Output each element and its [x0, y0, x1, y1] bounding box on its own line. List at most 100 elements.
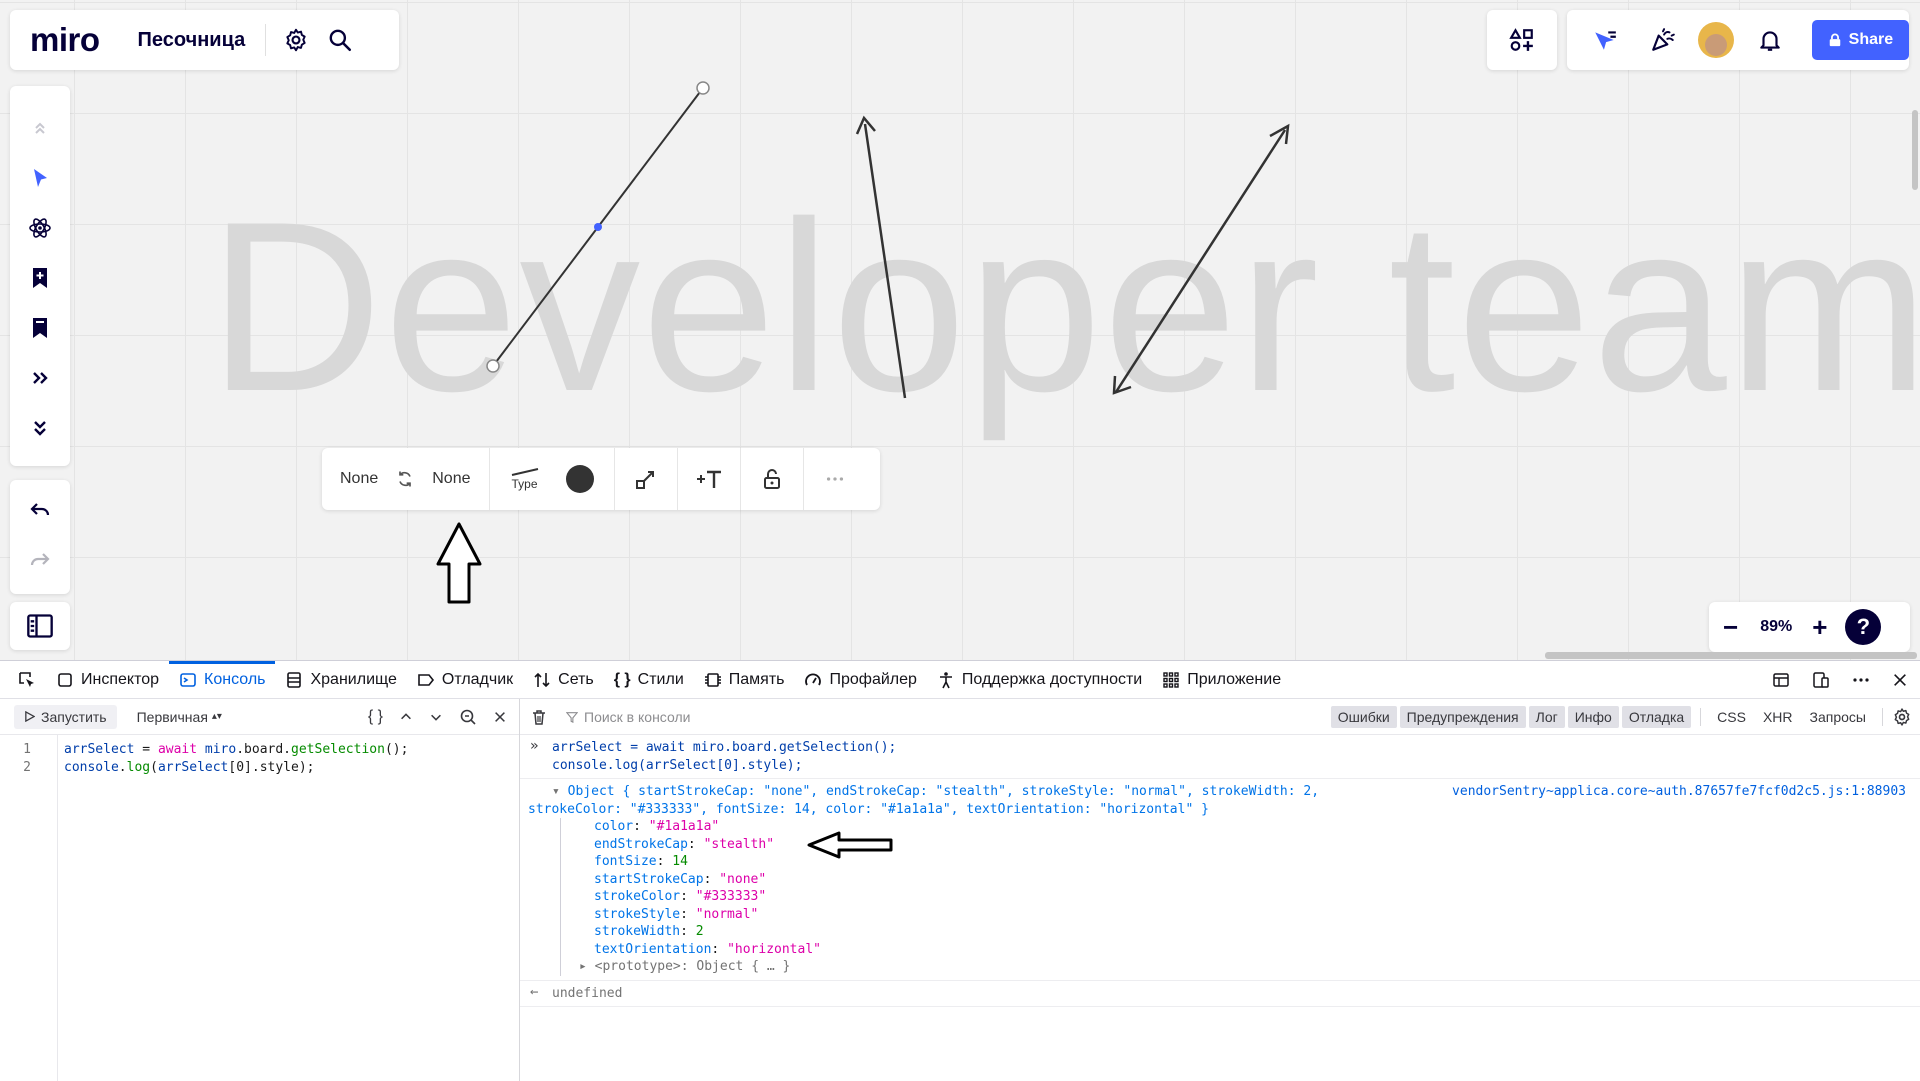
inspector-icon [58, 672, 72, 687]
zoom-level[interactable]: 89% [1760, 618, 1792, 636]
filter-css[interactable]: CSS [1710, 706, 1753, 728]
tab-memory[interactable]: Память [694, 661, 795, 699]
console-settings-gear-icon[interactable] [1892, 707, 1912, 727]
console-filter-input[interactable]: Поиск в консоли [566, 709, 690, 725]
chevrons-right-icon [33, 372, 48, 384]
prop-color[interactable]: color: "#1a1a1a" [561, 818, 1910, 836]
connect-button[interactable] [615, 448, 677, 510]
miro-logo[interactable]: miro [30, 21, 100, 59]
prop-prototype[interactable]: ▸ <prototype>: Object { … } [561, 958, 1910, 976]
trash-icon[interactable] [530, 708, 548, 726]
undo-button[interactable] [18, 488, 62, 532]
updown-icon: ▴▾ [211, 711, 222, 722]
kebab-menu-icon[interactable] [1852, 671, 1870, 689]
expand-toolbar-button[interactable] [18, 406, 62, 450]
tab-label: Хранилище [310, 670, 397, 688]
prop-fontSize[interactable]: fontSize: 14 [561, 853, 1910, 871]
tab-application[interactable]: Приложение [1152, 661, 1291, 699]
start-cap-select[interactable]: None [322, 470, 388, 488]
chevron-up-icon[interactable] [399, 710, 413, 724]
tab-accessibility[interactable]: Поддержка доступности [927, 661, 1152, 699]
user-avatar[interactable] [1698, 22, 1735, 58]
play-icon [25, 711, 35, 722]
tab-styles[interactable]: { } Стили [604, 661, 694, 699]
filter-warnings[interactable]: Предупреждения [1399, 705, 1526, 728]
cursor-arrow-icon [34, 169, 47, 187]
prop-strokeStyle[interactable]: strokeStyle: "normal" [561, 906, 1910, 924]
horizontal-scrollbar[interactable] [1545, 652, 1917, 659]
notifications-button[interactable] [1748, 18, 1792, 62]
prop-startStrokeCap[interactable]: startStrokeCap: "none" [561, 871, 1910, 889]
prop-textOrientation[interactable]: textOrientation: "horizontal" [561, 941, 1910, 959]
line-end-handle[interactable] [696, 81, 710, 95]
filter-log[interactable]: Лог [1528, 705, 1565, 728]
share-button[interactable]: Share [1811, 20, 1910, 60]
console-toolbar: Поиск в консоли Ошибки Предупреждения Ло… [520, 699, 1920, 735]
filter-xhr[interactable]: XHR [1756, 706, 1800, 728]
tab-console[interactable]: Консоль [169, 660, 276, 699]
left-toolbar [10, 86, 70, 466]
reverse-search-icon[interactable] [459, 708, 477, 726]
line-gutter: 1 2 [0, 735, 58, 1081]
prop-strokeWidth[interactable]: strokeWidth: 2 [561, 923, 1910, 941]
line-start-handle[interactable] [486, 359, 500, 373]
close-editor-icon[interactable] [493, 710, 507, 724]
more-tools-button[interactable] [18, 356, 62, 400]
prop-strokeColor[interactable]: strokeColor: "#333333" [561, 888, 1910, 906]
tab-network[interactable]: Сеть [523, 661, 604, 699]
help-button[interactable]: ? [1845, 609, 1882, 645]
miro-board-canvas[interactable]: Developer team miro Песочница Share None… [0, 0, 1920, 660]
run-button[interactable]: Запустить [14, 704, 117, 729]
redo-icon [30, 553, 50, 566]
filter-info[interactable]: Инфо [1567, 705, 1619, 728]
more-options-button[interactable] [804, 448, 866, 510]
select-tool[interactable] [18, 156, 62, 200]
filter-requests[interactable]: Запросы [1803, 706, 1873, 728]
split-console-icon[interactable] [1772, 671, 1790, 689]
line-mid-handle[interactable] [594, 223, 602, 231]
app-tool-bookmark-add[interactable] [18, 256, 62, 300]
zoom-in-button[interactable]: + [1812, 612, 1827, 643]
search-button[interactable] [318, 18, 362, 62]
cursor-follow-icon [1595, 31, 1616, 50]
collapse-toolbar-button[interactable] [18, 106, 62, 150]
filter-debug[interactable]: Отладка [1621, 705, 1692, 728]
tab-storage[interactable]: Хранилище [275, 661, 406, 699]
app-tool-atom[interactable] [18, 206, 62, 250]
celebrate-button[interactable] [1641, 18, 1685, 62]
context-label: Первичная [136, 708, 208, 725]
memory-chip-icon [704, 672, 721, 687]
arrow-line-2[interactable] [863, 123, 907, 399]
tab-debugger[interactable]: Отладчик [407, 661, 523, 699]
prop-endStrokeCap[interactable]: endStrokeCap: "stealth" [561, 831, 1910, 858]
vertical-scrollbar[interactable] [1912, 110, 1918, 190]
responsive-design-icon[interactable] [1812, 671, 1830, 689]
console-log-message[interactable]: vendorSentry~applica.core~auth.87657fe7f… [520, 779, 1920, 981]
object-properties: color: "#1a1a1a" endStrokeCap: "stealth"… [560, 818, 1910, 976]
apps-button[interactable] [1500, 18, 1544, 62]
context-selector[interactable]: Первичная ▴▾ [137, 709, 222, 725]
swap-caps-button[interactable] [388, 448, 422, 510]
app-tool-bookmark[interactable] [18, 306, 62, 350]
pretty-print-button[interactable]: { } [368, 708, 383, 726]
close-icon[interactable] [1892, 672, 1908, 688]
line-color-button[interactable] [560, 448, 600, 510]
tab-profiler[interactable]: Профайлер [794, 661, 926, 699]
tab-inspector[interactable]: Инспектор [46, 661, 169, 699]
frames-panel-toggle[interactable] [10, 602, 70, 650]
zoom-out-button[interactable]: − [1723, 612, 1738, 643]
add-text-button[interactable] [678, 448, 740, 510]
element-picker-button[interactable] [8, 661, 46, 699]
editor-code[interactable]: 1 2 arrSelect = await miro.board.getSele… [0, 735, 519, 1081]
source-link[interactable]: vendorSentry~applica.core~auth.87657fe7f… [1452, 783, 1906, 801]
redo-button[interactable] [18, 538, 62, 582]
line-type-select[interactable]: Type [490, 448, 560, 510]
double-arrow-line[interactable] [1114, 129, 1287, 393]
bring-everyone-button[interactable] [1583, 18, 1627, 62]
board-name[interactable]: Песочница [138, 29, 246, 52]
filter-errors[interactable]: Ошибки [1330, 705, 1397, 728]
end-cap-select[interactable]: None [422, 470, 480, 488]
chevron-down-icon[interactable] [429, 710, 443, 724]
lock-button[interactable] [741, 448, 803, 510]
settings-button[interactable] [274, 18, 318, 62]
